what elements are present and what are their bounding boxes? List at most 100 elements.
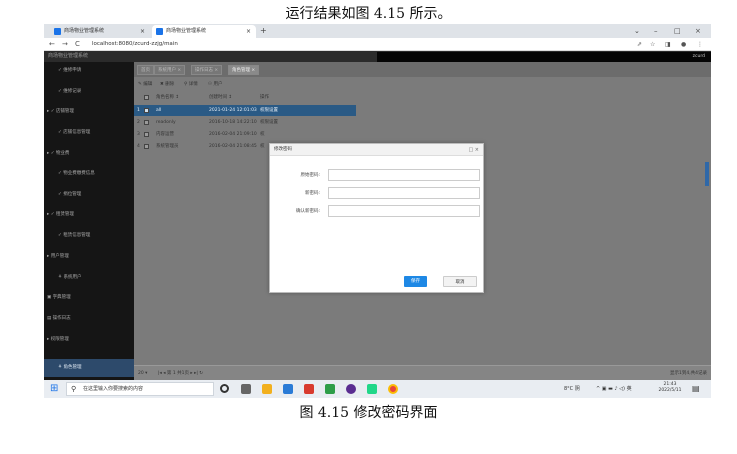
dialog-titlebar: 修改密码 □ ×	[270, 144, 483, 156]
sidebar-item-lease-management[interactable]: ▸ ✓ 租赁管理	[44, 208, 134, 222]
search-placeholder: 在这里输入你要搜索的内容	[83, 386, 144, 392]
cancel-button[interactable]: 取消	[443, 276, 477, 287]
taskbar-search[interactable]: ⚲ 在这里输入你要搜索的内容	[66, 382, 214, 396]
purple-app-icon[interactable]	[346, 384, 356, 394]
row-checkbox[interactable]	[144, 144, 149, 149]
chrome-icon[interactable]	[388, 384, 398, 394]
sidebar-item-permissions[interactable]: ▸ 权限管理	[44, 333, 134, 347]
table-row[interactable]: 3 内容运营 2016-02-04 21:09:10 权	[134, 129, 711, 140]
search-icon: ⚲	[71, 385, 77, 393]
detail-button[interactable]: ⚲ 详情	[184, 77, 198, 92]
new-password-field[interactable]	[328, 187, 480, 199]
url-field[interactable]: localhost:8080/zcurd-zzjg/main	[92, 40, 178, 49]
column-header: 操作	[260, 95, 269, 100]
username[interactable]: zcurd	[693, 52, 705, 62]
browser-tab-strip: 商场物业管理系统 × 商场物业管理系统 × + ⌄ – □ ×	[44, 24, 711, 38]
close-icon[interactable]: ×	[140, 25, 145, 38]
page-size-select[interactable]: 20 ▾	[138, 366, 147, 381]
maximize-button[interactable]: □	[674, 24, 681, 38]
pycharm-icon[interactable]	[367, 384, 377, 394]
tab-system-users[interactable]: 系统用户 ×	[154, 65, 186, 75]
minimize-button[interactable]: –	[654, 24, 658, 38]
tab-operation-log[interactable]: 操作日志 ×	[191, 65, 223, 75]
caption-top: 运行结果如图 4.15 所示。	[285, 6, 452, 22]
close-icon[interactable]: ×	[246, 25, 251, 38]
system-tray[interactable]: ^ ▣ ▬ ♪ ◁) 英	[596, 380, 632, 398]
back-icon[interactable]: ←	[49, 39, 55, 50]
role-name: readonly	[156, 120, 176, 125]
sidebar-item-repair-request[interactable]: ✓ 维修申请	[44, 64, 134, 78]
screenshot: 商场物业管理系统 × 商场物业管理系统 × + ⌄ – □ × ← → C lo…	[44, 24, 711, 398]
sidebar-item-shop-info[interactable]: ✓ 店铺信息管理	[44, 126, 134, 140]
favicon-icon	[54, 28, 61, 35]
sidebar-item-system-users[interactable]: ⚘ 系统用户	[44, 271, 134, 285]
notification-icon[interactable]: ▤	[692, 380, 700, 398]
save-button[interactable]: 保存	[404, 276, 427, 287]
sidebar-item-role-management[interactable]: ⚘ 角色管理	[44, 359, 134, 377]
menu-icon[interactable]: ⋮	[697, 39, 703, 50]
change-password-dialog: 修改密码 □ × 原始密码: 新密码: 确认新密码: 保存 取消	[269, 143, 484, 293]
pager-controls[interactable]: |◂ ◂ 第 1 共1页 ▸ ▸| ↻	[158, 366, 203, 381]
app-header: 商场物业管理系统 zcurd	[44, 51, 711, 62]
windows-logo-icon[interactable]: ⊞	[50, 384, 58, 394]
permission-link[interactable]: 权限设置	[260, 117, 278, 128]
column-header[interactable]: 角色名称 ↕	[156, 92, 179, 103]
row-checkbox[interactable]	[144, 120, 149, 125]
old-password-label: 原始密码:	[300, 173, 320, 178]
pagination: 20 ▾ |◂ ◂ 第 1 共1页 ▸ ▸| ↻ 显示1到4,共4记录	[134, 365, 711, 380]
row-checkbox[interactable]	[144, 132, 149, 137]
table-row[interactable]: 1 all 2021-01-24 12:01:03 权限设置	[134, 105, 356, 116]
browser-tab-active[interactable]: 商场物业管理系统 ×	[152, 25, 256, 38]
users-button[interactable]: ⚇ 用户	[208, 77, 222, 92]
tab-home[interactable]: 首页	[137, 65, 154, 75]
sidebar-item-repair-records[interactable]: ✓ 维修记录	[44, 85, 134, 99]
permission-link[interactable]: 权限设置	[260, 105, 278, 116]
row-number: 3	[137, 132, 140, 137]
sidebar-item-operation-log[interactable]: ▤ 操作日志	[44, 312, 134, 326]
column-header[interactable]: 创建时间 ↕	[209, 92, 232, 103]
green-app-icon[interactable]	[325, 384, 335, 394]
table-header: 角色名称 ↕ 创建时间 ↕ 操作	[134, 92, 711, 103]
permission-link[interactable]: 权	[260, 141, 265, 152]
select-all-checkbox[interactable]	[144, 95, 149, 100]
store-icon[interactable]	[283, 384, 293, 394]
side-panel-icon[interactable]: ◨	[665, 39, 671, 50]
sidebar-item-property-fee[interactable]: ▸ ✓ 物业费	[44, 147, 134, 161]
permission-link[interactable]: 权	[260, 129, 265, 140]
sidebar-item-donation[interactable]: ✓ 捐位管理	[44, 188, 134, 202]
window-close-button[interactable]: ×	[695, 24, 701, 38]
sidebar-item-lease-info[interactable]: ✓ 租赁信息管理	[44, 229, 134, 243]
old-password-field[interactable]	[328, 169, 480, 181]
share-icon[interactable]: ⇗	[637, 39, 642, 50]
star-icon[interactable]: ☆	[650, 39, 655, 50]
reload-icon[interactable]: C	[75, 39, 80, 50]
chevron-down-icon[interactable]: ⌄	[634, 24, 640, 38]
task-view-icon[interactable]	[241, 384, 251, 394]
file-explorer-icon[interactable]	[262, 384, 272, 394]
tab-role-management[interactable]: 角色管理 ×	[228, 65, 260, 75]
row-number: 4	[137, 144, 140, 149]
edit-button[interactable]: ✎ 编辑	[138, 77, 152, 92]
clock[interactable]: 21:43 2022/5/11	[656, 382, 684, 394]
sidebar-item-user-management[interactable]: ▸ 用户管理	[44, 250, 134, 264]
table-row[interactable]: 2 readonly 2016-10-18 14:22:10 权限设置	[134, 117, 711, 128]
sidebar-item-dictionary[interactable]: ▣ 字典管理	[44, 291, 134, 305]
cortana-icon[interactable]	[220, 384, 229, 393]
caption-bottom: 图 4.15 修改密码界面	[299, 405, 438, 421]
dialog-window-controls[interactable]: □ ×	[468, 144, 479, 156]
sidebar-item-fee-payments[interactable]: ✓ 物业费缴费信息	[44, 167, 134, 181]
delete-button[interactable]: ✖ 删除	[160, 77, 174, 92]
profile-icon[interactable]: ●	[681, 39, 686, 50]
dialog-title: 修改密码	[274, 147, 292, 152]
confirm-password-field[interactable]	[328, 205, 480, 217]
weather-indicator[interactable]: 8°C 阴	[564, 380, 580, 398]
browser-tab[interactable]: 商场物业管理系统 ×	[50, 25, 150, 38]
wps-icon[interactable]	[304, 384, 314, 394]
sidebar-item-shop-management[interactable]: ▸ ✓ 店铺管理	[44, 105, 134, 119]
clock-date: 2022/5/11	[658, 388, 682, 393]
new-tab-button[interactable]: +	[260, 25, 267, 37]
favicon-icon	[156, 28, 163, 35]
forward-icon[interactable]: →	[62, 39, 68, 50]
scrollbar-thumb[interactable]	[705, 162, 709, 186]
row-checkbox[interactable]	[144, 108, 149, 113]
